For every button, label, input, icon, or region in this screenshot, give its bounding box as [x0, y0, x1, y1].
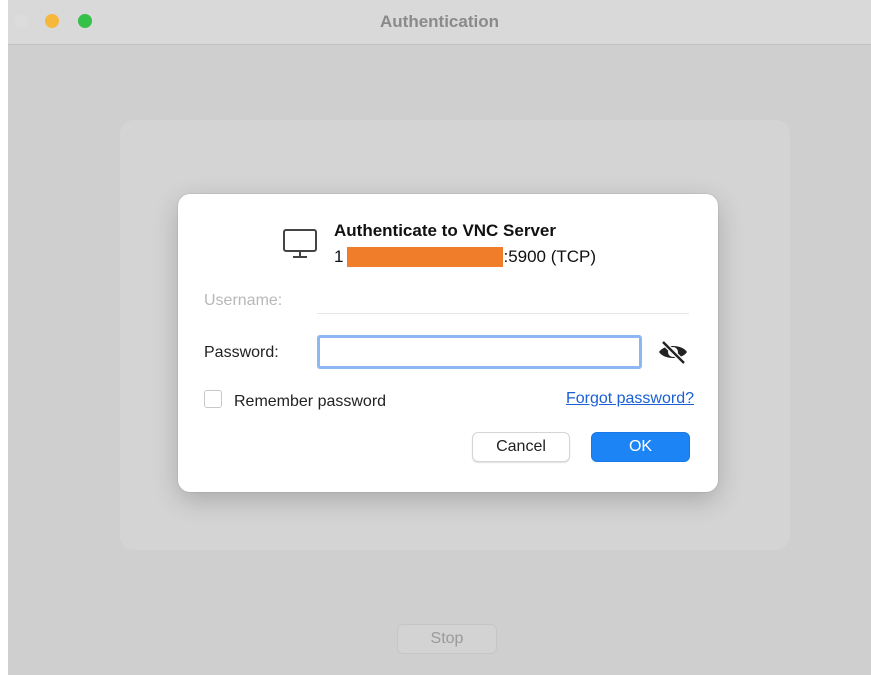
title-bar: Authentication [8, 0, 871, 45]
app-window: Authentication Authenticate to VNC Serve… [8, 0, 871, 675]
remember-password-checkbox[interactable] [204, 390, 222, 408]
cancel-button[interactable]: Cancel [472, 432, 570, 462]
username-field [317, 286, 689, 314]
server-address-prefix: 1 [334, 247, 344, 266]
forgot-password-link[interactable]: Forgot password? [566, 390, 694, 408]
monitor-icon [283, 229, 317, 258]
redaction-block [347, 247, 504, 267]
auth-dialog: Authenticate to VNC Server 1 :5900 (TCP)… [178, 194, 718, 492]
ok-button[interactable]: OK [591, 432, 690, 462]
stop-button[interactable]: Stop [397, 624, 497, 654]
remember-password-label[interactable]: Remember password [234, 393, 386, 411]
server-address-port: :5900 (TCP) [503, 247, 597, 266]
dialog-title: Authenticate to VNC Server [334, 221, 556, 240]
password-field[interactable] [317, 335, 642, 369]
eye-slash-icon[interactable] [656, 339, 690, 365]
username-label: Username: [204, 292, 283, 309]
window-title: Authentication [380, 12, 499, 31]
server-address: 1 :5900 (TCP) [334, 246, 596, 268]
password-label: Password: [204, 344, 279, 361]
